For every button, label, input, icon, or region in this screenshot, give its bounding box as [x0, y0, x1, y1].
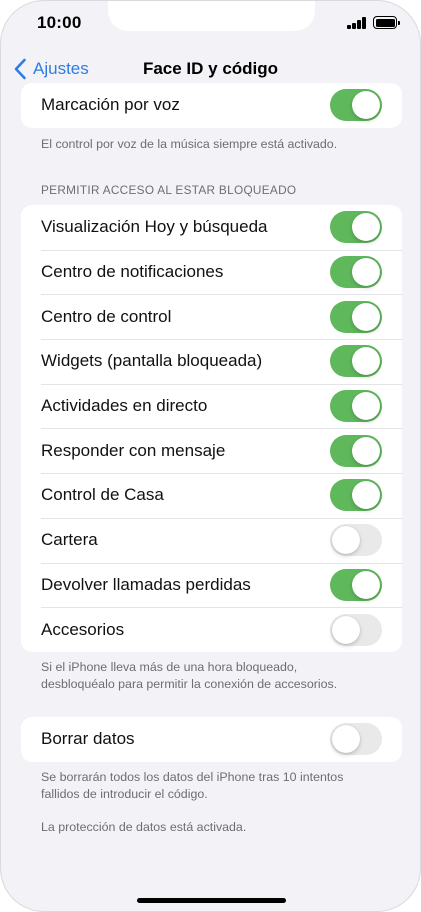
row-label: Borrar datos — [41, 729, 135, 749]
erase-data-toggle[interactable] — [330, 723, 382, 756]
settings-row-control-center: Centro de control — [21, 294, 402, 339]
row-label: Cartera — [41, 530, 98, 550]
voice-dial-footer: El control por voz de la música siempre … — [41, 137, 338, 151]
data-protection-note: La protección de datos está activada. — [41, 820, 247, 834]
battery-icon — [373, 16, 400, 29]
today-view-toggle[interactable] — [330, 211, 382, 244]
accessories-footer: Si el iPhone lleva más de una hora bloqu… — [41, 659, 391, 693]
phone-screen: 10:00 Ajustes Face ID y código Marcación… — [0, 0, 421, 912]
settings-row-accessories: Accesorios — [21, 607, 402, 652]
row-label: Responder con mensaje — [41, 440, 226, 460]
row-label: Centro de notificaciones — [41, 262, 224, 282]
settings-row-today-view: Visualización Hoy y búsqueda — [21, 205, 402, 250]
row-label: Actividades en directo — [41, 396, 208, 416]
return-missed-calls-toggle[interactable] — [330, 568, 382, 601]
live-activities-toggle[interactable] — [330, 390, 382, 423]
status-bar: 10:00 — [1, 1, 420, 47]
control-center-toggle[interactable] — [330, 300, 382, 333]
voice-dial-toggle[interactable] — [330, 89, 382, 122]
settings-row-notification-center: Centro de notificaciones — [21, 249, 402, 295]
row-label: Widgets (pantalla bloqueada) — [41, 351, 263, 371]
row-label: Marcación por voz — [41, 95, 180, 115]
row-label: Centro de control — [41, 306, 172, 326]
widgets-toggle[interactable] — [330, 345, 382, 378]
erase-data-footer-line-1: Se borrarán todos los datos del iPhone t… — [41, 770, 344, 784]
voice-dial-group: Marcación por voz — [21, 83, 402, 128]
settings-row-reply-with-message: Responder con mensaje — [21, 428, 402, 473]
settings-row-live-activities: Actividades en directo — [21, 383, 402, 429]
settings-row-return-missed-calls: Devolver llamadas perdidas — [21, 562, 402, 608]
section-header-locked-access: PERMITIR ACCESO AL ESTAR BLOQUEADO — [41, 183, 297, 197]
cellular-signal-icon — [347, 17, 367, 29]
settings-row-wallet: Cartera — [21, 517, 402, 563]
accessories-toggle[interactable] — [330, 613, 382, 646]
wallet-toggle[interactable] — [330, 524, 382, 557]
erase-data-group: Borrar datos — [21, 717, 402, 762]
home-control-toggle[interactable] — [330, 479, 382, 512]
row-label: Control de Casa — [41, 485, 164, 505]
status-time: 10:00 — [37, 13, 82, 32]
locked-access-group: Visualización Hoy y búsqueda Centro de n… — [21, 205, 402, 652]
erase-data-footer-line-2: fallidos de introducir el código. — [41, 787, 208, 801]
notch — [108, 1, 315, 31]
row-label: Devolver llamadas perdidas — [41, 574, 251, 594]
accessories-footer-line-1: Si el iPhone lleva más de una hora bloqu… — [41, 660, 298, 674]
settings-row-voice-dial: Marcación por voz — [21, 83, 402, 128]
settings-row-widgets: Widgets (pantalla bloqueada) — [21, 339, 402, 384]
accessories-footer-line-2: desbloquéalo para permitir la conexión d… — [41, 677, 338, 691]
settings-row-erase-data: Borrar datos — [21, 717, 402, 762]
erase-data-footer: Se borrarán todos los datos del iPhone t… — [41, 769, 391, 803]
row-label: Accesorios — [41, 619, 125, 639]
notification-center-toggle[interactable] — [330, 256, 382, 289]
page-title: Face ID y código — [142, 59, 279, 78]
row-label: Visualización Hoy y búsqueda — [41, 217, 268, 237]
reply-with-message-toggle[interactable] — [330, 434, 382, 467]
home-indicator[interactable] — [137, 898, 286, 903]
settings-row-home-control: Control de Casa — [21, 473, 402, 518]
